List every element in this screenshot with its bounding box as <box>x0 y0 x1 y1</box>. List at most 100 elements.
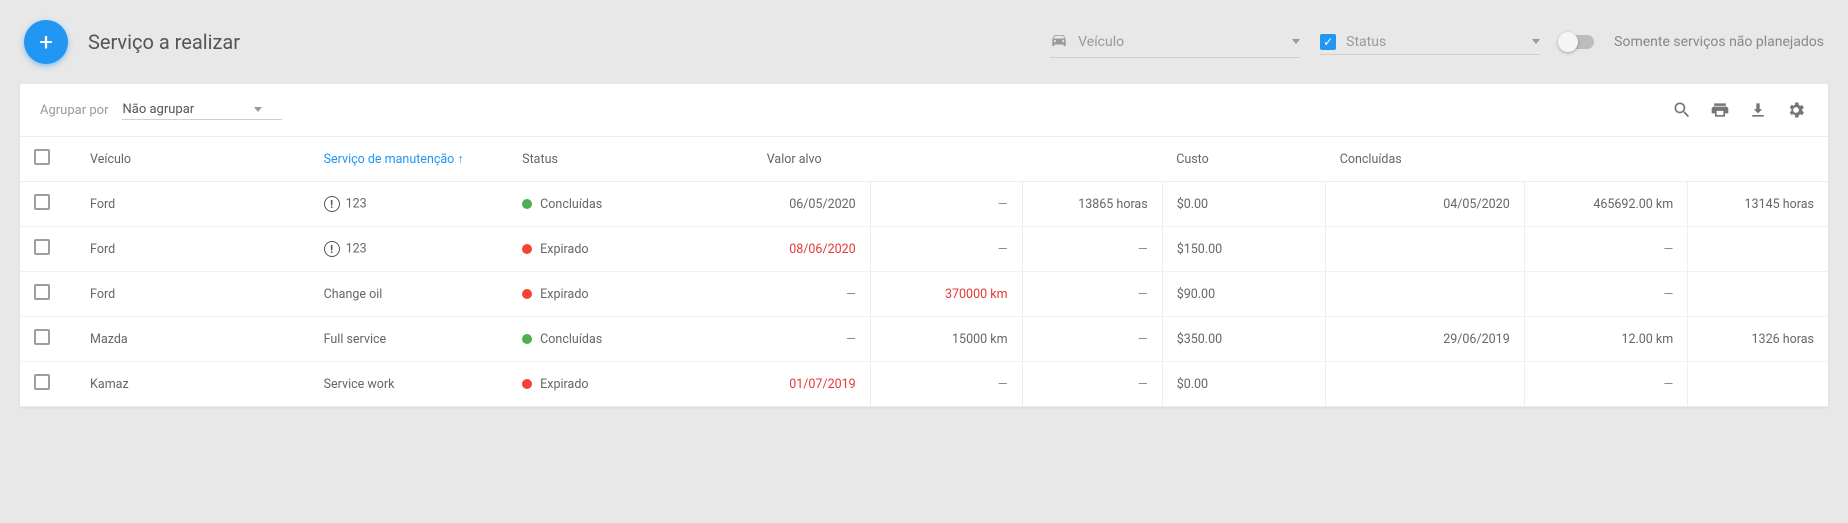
cell-target-km: — <box>870 182 1022 227</box>
col-cost[interactable]: Custo <box>1162 137 1326 182</box>
cell-done-km: — <box>1524 362 1688 407</box>
col-service[interactable]: Serviço de manutenção ↑ <box>310 137 509 182</box>
top-toolbar: + Serviço a realizar Veículo ✓ Status So… <box>20 20 1828 84</box>
status-filter-checkbox[interactable]: ✓ <box>1320 34 1336 50</box>
cell-vehicle: Kamaz <box>76 362 310 407</box>
cell-target-date: — <box>707 272 871 317</box>
row-checkbox[interactable] <box>34 194 50 210</box>
chevron-down-icon <box>254 107 262 112</box>
cell-target-km: — <box>870 227 1022 272</box>
cell-done-hrs: 1326 horas <box>1688 317 1828 362</box>
page-title: Serviço a realizar <box>88 30 240 54</box>
cell-done-date: 29/06/2019 <box>1326 317 1525 362</box>
row-checkbox[interactable] <box>34 284 50 300</box>
col-target[interactable]: Valor alvo <box>707 137 1162 182</box>
cell-done-date <box>1326 362 1525 407</box>
table-header-row: Veículo Serviço de manutenção ↑ Status V… <box>20 137 1828 182</box>
cell-target-date: — <box>707 317 871 362</box>
cell-target-hrs: — <box>1022 317 1162 362</box>
cell-cost: $150.00 <box>1162 227 1326 272</box>
unplanned-only-toggle[interactable] <box>1560 35 1594 49</box>
cell-service: !123 <box>310 227 509 272</box>
cell-service: Service work <box>310 362 509 407</box>
table-row[interactable]: Mazda Full service Concluídas — 15000 km… <box>20 317 1828 362</box>
cell-target-km: 15000 km <box>870 317 1022 362</box>
cell-done-hrs <box>1688 362 1828 407</box>
vehicle-filter[interactable]: Veículo <box>1050 27 1300 58</box>
col-service-label: Serviço de manutenção <box>324 152 455 167</box>
col-completed[interactable]: Concluídas <box>1326 137 1828 182</box>
chevron-down-icon <box>1532 39 1540 44</box>
cell-vehicle: Ford <box>76 272 310 317</box>
service-table: Veículo Serviço de manutenção ↑ Status V… <box>20 136 1828 407</box>
cell-target-date: 06/05/2020 <box>707 182 871 227</box>
group-by-select[interactable]: Não agrupar <box>122 100 282 120</box>
sort-asc-icon: ↑ <box>457 152 463 167</box>
cell-done-date <box>1326 227 1525 272</box>
cell-cost: $350.00 <box>1162 317 1326 362</box>
cell-target-hrs: 13865 horas <box>1022 182 1162 227</box>
settings-button[interactable] <box>1784 98 1808 122</box>
status-dot-icon <box>522 379 532 389</box>
cell-target-hrs: — <box>1022 362 1162 407</box>
cell-done-km: — <box>1524 272 1688 317</box>
table-row[interactable]: Ford !123 Concluídas 06/05/2020 — 13865 … <box>20 182 1828 227</box>
warning-icon: ! <box>324 196 340 212</box>
cell-done-date: 04/05/2020 <box>1326 182 1525 227</box>
download-button[interactable] <box>1746 98 1770 122</box>
cell-cost: $0.00 <box>1162 362 1326 407</box>
card-toolbar: Agrupar por Não agrupar <box>20 84 1828 136</box>
status-filter[interactable]: ✓ Status <box>1320 30 1540 55</box>
cell-vehicle: Mazda <box>76 317 310 362</box>
status-dot-icon <box>522 199 532 209</box>
cell-status: Expirado <box>508 227 707 272</box>
cell-cost: $0.00 <box>1162 182 1326 227</box>
row-checkbox[interactable] <box>34 374 50 390</box>
cell-done-hrs <box>1688 227 1828 272</box>
cell-status: Concluídas <box>508 182 707 227</box>
cell-vehicle: Ford <box>76 182 310 227</box>
cell-target-date: 08/06/2020 <box>707 227 871 272</box>
cell-status: Expirado <box>508 362 707 407</box>
cell-done-hrs: 13145 horas <box>1688 182 1828 227</box>
cell-done-km: 465692.00 km <box>1524 182 1688 227</box>
cell-status: Expirado <box>508 272 707 317</box>
select-all-checkbox[interactable] <box>34 149 50 165</box>
cell-target-km: — <box>870 362 1022 407</box>
row-checkbox[interactable] <box>34 239 50 255</box>
cell-vehicle: Ford <box>76 227 310 272</box>
cell-target-hrs: — <box>1022 272 1162 317</box>
status-dot-icon <box>522 334 532 344</box>
print-button[interactable] <box>1708 98 1732 122</box>
chevron-down-icon <box>1292 39 1300 44</box>
row-checkbox[interactable] <box>34 329 50 345</box>
table-row[interactable]: Kamaz Service work Expirado 01/07/2019 —… <box>20 362 1828 407</box>
car-icon <box>1050 31 1068 53</box>
cell-service: Change oil <box>310 272 509 317</box>
search-button[interactable] <box>1670 98 1694 122</box>
group-by-value: Não agrupar <box>122 102 194 117</box>
cell-done-km: — <box>1524 227 1688 272</box>
add-service-button[interactable]: + <box>24 20 68 64</box>
col-status[interactable]: Status <box>508 137 707 182</box>
table-row[interactable]: Ford !123 Expirado 08/06/2020 — — $150.0… <box>20 227 1828 272</box>
table-row[interactable]: Ford Change oil Expirado — 370000 km — $… <box>20 272 1828 317</box>
cell-target-km: 370000 km <box>870 272 1022 317</box>
cell-cost: $90.00 <box>1162 272 1326 317</box>
vehicle-filter-label: Veículo <box>1078 34 1282 50</box>
unplanned-only-label: Somente serviços não planejados <box>1614 34 1824 50</box>
col-vehicle[interactable]: Veículo <box>76 137 310 182</box>
group-by-label: Agrupar por <box>40 103 108 118</box>
warning-icon: ! <box>324 241 340 257</box>
cell-done-date <box>1326 272 1525 317</box>
service-list-card: Agrupar por Não agrupar <box>20 84 1828 407</box>
status-dot-icon <box>522 244 532 254</box>
cell-service: Full service <box>310 317 509 362</box>
status-filter-label: Status <box>1346 34 1522 50</box>
cell-service: !123 <box>310 182 509 227</box>
cell-target-hrs: — <box>1022 227 1162 272</box>
status-dot-icon <box>522 289 532 299</box>
cell-target-date: 01/07/2019 <box>707 362 871 407</box>
cell-done-km: 12.00 km <box>1524 317 1688 362</box>
cell-done-hrs <box>1688 272 1828 317</box>
